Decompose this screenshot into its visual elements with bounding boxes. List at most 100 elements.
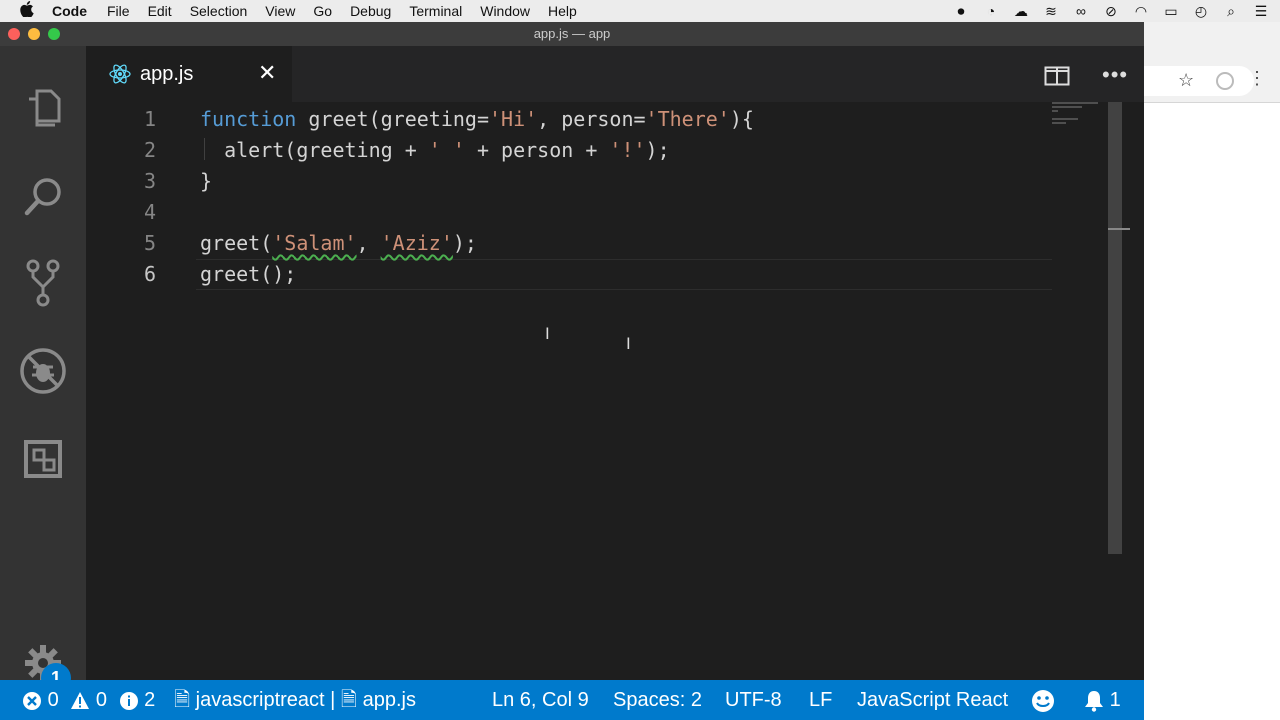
extensions-icon[interactable] [18,434,68,484]
code-token: 'Aziz' [380,231,453,255]
editor-tabs-bar: app.js ✕ ••• [86,46,1144,102]
code-token: ); [645,138,670,162]
code-token: function [200,107,297,131]
line-number: 2 [143,138,156,162]
error-icon [23,691,41,710]
mouse-ibeam-icon: I [626,334,631,353]
line-number: 5 [143,231,156,255]
cursor-position[interactable]: Ln 6, Col 9 [492,680,589,720]
menu-edit[interactable]: Edit [148,3,172,19]
code-token: 'There' [645,107,730,131]
notification-count: 1 [1109,689,1121,711]
bell-icon [1085,690,1103,712]
minimap[interactable] [1052,102,1102,142]
browser-menu-icon[interactable]: ⋮ [1248,68,1266,89]
code-token: alert(greeting + [200,138,429,162]
code-editor[interactable]: 1 2 3 4 5 6 function greet(greeting='Hi'… [86,102,1130,680]
code-token: , person= [537,107,646,131]
encoding-setting[interactable]: UTF-8 [725,680,782,720]
code-token: + person + [464,138,610,162]
menu-file[interactable]: File [107,3,130,19]
code-line[interactable]: greet(); [200,259,296,290]
language-id: javascriptreact [195,689,325,711]
react-file-icon [109,64,131,84]
line-ending-setting[interactable]: LF [809,680,832,720]
activity-bar: 1 [0,46,86,693]
feedback-smiley-icon[interactable] [1031,680,1055,720]
line-number: 3 [143,169,156,193]
info-icon [119,691,138,710]
text-cursor-icon: I [545,324,550,343]
code-token: 'Hi' [488,107,538,131]
minimize-window-button[interactable] [28,28,40,40]
code-token: ' ' [428,138,465,162]
apple-icon[interactable] [20,1,38,21]
vscode-window: app.js — app 1 app.js ✕ ••• 1 2 3 4 5 6 … [0,22,1144,720]
menu-window[interactable]: Window [480,3,530,19]
wifi-icon[interactable]: ◠ [1132,3,1150,20]
close-window-button[interactable] [8,28,20,40]
code-token: ); [452,231,477,255]
cloud-upload-icon[interactable]: ☁ [1012,3,1030,20]
info-count: 2 [144,689,156,711]
no-sign-icon[interactable]: ⊘ [1102,3,1120,20]
language-mode[interactable]: JavaScript React [857,680,1008,720]
menu-debug[interactable]: Debug [350,3,391,19]
time-machine-icon[interactable]: ◔ [982,3,1000,19]
menu-go[interactable]: Go [313,3,332,19]
spotlight-search-icon[interactable]: ⌕ [1222,3,1240,20]
menu-view[interactable]: View [265,3,295,19]
more-actions-icon[interactable]: ••• [1102,64,1128,86]
code-token: greet(); [200,262,297,286]
timer-icon[interactable]: ◴ [1192,3,1210,20]
line-number-active: 6 [143,262,156,286]
maximize-window-button[interactable] [48,28,60,40]
current-line-highlight [196,259,1052,290]
glasses-icon[interactable]: ∞ [1072,3,1090,19]
close-tab-icon[interactable]: ✕ [258,62,276,84]
tab-label: app.js [140,62,194,85]
tab-app-js[interactable]: app.js ✕ [86,46,292,102]
code-line[interactable]: greet('Salam', 'Aziz'); [200,228,477,259]
code-token: greet(greeting= [296,107,489,131]
source-control-icon[interactable] [18,258,68,308]
language-file-indicator[interactable]: 🗎 javascriptreact | 🗎 app.js [174,680,416,720]
error-count: 0 [47,689,59,711]
explorer-icon[interactable] [18,84,68,134]
file-icon: 🗎 [340,689,358,711]
macos-menubar: Code File Edit Selection View Go Debug T… [0,0,1280,23]
bookmark-star-icon[interactable]: ☆ [1178,70,1194,91]
code-line[interactable]: alert(greeting + ' ' + person + '!'); [200,135,670,166]
line-number: 4 [143,200,156,224]
indentation-setting[interactable]: Spaces: 2 [613,680,702,720]
warning-icon [71,691,90,709]
code-token: 'Salam' [272,231,357,255]
browser-address-bar[interactable] [1144,66,1254,96]
record-icon[interactable]: ⏺ [952,3,970,20]
notification-center-icon[interactable]: ☰ [1252,3,1270,20]
menu-help[interactable]: Help [548,3,577,19]
account-icon[interactable] [1216,72,1234,90]
code-line[interactable]: } [200,166,212,197]
file-type-icon: 🗎 [174,689,191,711]
menu-terminal[interactable]: Terminal [409,3,462,19]
menu-selection[interactable]: Selection [190,3,248,19]
code-line[interactable]: function greet(greeting='Hi', person='Th… [200,104,754,135]
code-token: '!' [609,138,646,162]
battery-icon[interactable]: ▭ [1162,3,1180,20]
menu-app-name[interactable]: Code [52,3,87,19]
window-titlebar: app.js — app [0,22,1144,46]
problems-indicator[interactable]: 0 0 2 [22,680,155,720]
menubar-status-icons: ⏺ ◔ ☁ ≋ ∞ ⊘ ◠ ▭ ◴ ⌕ ☰ [952,0,1270,22]
wifi-signal-icon[interactable]: ≋ [1042,3,1060,20]
split-editor-icon[interactable] [1044,66,1070,86]
browser-toolbar: ☆ ⋮ [1144,22,1280,103]
notifications-indicator[interactable]: 1 [1084,680,1121,720]
status-separator: | [330,689,336,711]
status-file-name: app.js [362,689,416,711]
window-title: app.js — app [533,26,611,41]
code-token: ){ [729,107,754,131]
vertical-scrollbar[interactable] [1108,102,1122,554]
debug-icon[interactable] [18,346,68,396]
search-icon[interactable] [18,172,68,222]
